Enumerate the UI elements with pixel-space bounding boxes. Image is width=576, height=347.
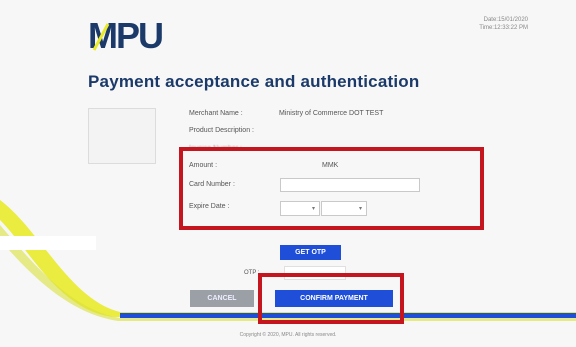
copyright-footer: Copyright © 2020, MPU. All rights reserv… [239, 332, 337, 338]
date-time-display: Date:15/01/2020 Time:12:33:22 PM [479, 16, 528, 32]
highlight-box-card-fields [179, 147, 484, 230]
payment-page: MPU Date:15/01/2020 Time:12:33:22 PM Pay… [0, 0, 576, 347]
merchant-label: Merchant Name : [189, 110, 243, 117]
get-otp-button[interactable]: GET OTP [280, 245, 341, 260]
time-text: Time:12:33:22 PM [479, 25, 528, 31]
highlight-box-confirm [258, 273, 404, 324]
merchant-value: Ministry of Commerce DOT TEST [279, 110, 384, 117]
product-label: Product Description : [189, 127, 254, 134]
mpu-logo: MPU [88, 14, 178, 56]
card-image-placeholder [88, 108, 156, 164]
date-text: Date:15/01/2020 [483, 17, 528, 23]
page-title: Payment acceptance and authentication [88, 72, 420, 91]
svg-text:MPU: MPU [88, 15, 162, 56]
cancel-button[interactable]: CANCEL [190, 290, 254, 307]
white-strip [0, 236, 96, 250]
